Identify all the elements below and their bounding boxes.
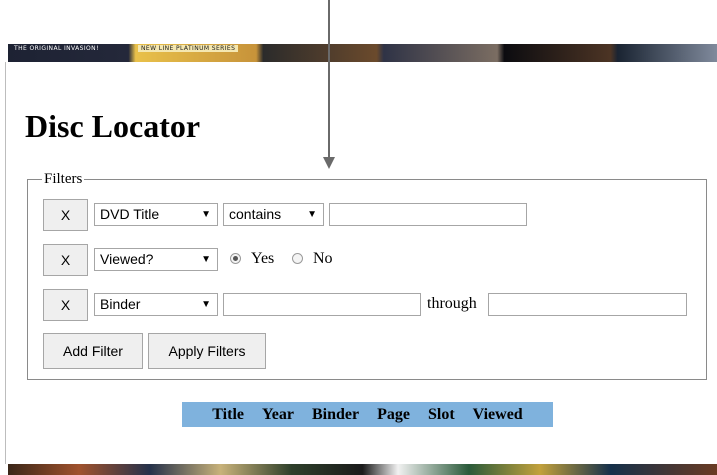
- page-title: Disc Locator: [25, 108, 201, 144]
- filter-field-select[interactable]: Binder ▼: [94, 293, 218, 316]
- header-banner: THE ORIGINAL INVASION! NEW LINE PLATINUM…: [8, 44, 717, 62]
- title-search-input[interactable]: [329, 203, 527, 226]
- column-header-viewed[interactable]: Viewed: [473, 406, 523, 424]
- filter-field-value: DVD Title: [100, 206, 160, 222]
- filter-operator-value: contains: [229, 206, 282, 222]
- caret-down-icon: ▼: [201, 299, 211, 310]
- results-table-header: Title Year Binder Page Slot Viewed: [182, 402, 553, 427]
- viewed-yes-radio[interactable]: [230, 253, 241, 264]
- column-header-slot[interactable]: Slot: [428, 406, 455, 424]
- filter-field-select[interactable]: DVD Title ▼: [94, 203, 218, 226]
- page-left-border: [5, 62, 6, 464]
- binder-to-input[interactable]: [488, 293, 687, 316]
- column-header-binder[interactable]: Binder: [312, 406, 359, 424]
- caret-down-icon: ▼: [201, 254, 211, 265]
- apply-filters-button[interactable]: Apply Filters: [148, 333, 266, 369]
- filter-field-value: Viewed?: [100, 251, 154, 267]
- binder-from-input[interactable]: [223, 293, 421, 316]
- filters-legend: Filters: [44, 171, 83, 187]
- column-header-year[interactable]: Year: [262, 406, 294, 424]
- viewed-no-label: No: [313, 250, 333, 267]
- column-header-page[interactable]: Page: [377, 406, 410, 424]
- remove-filter-button[interactable]: X: [43, 199, 88, 231]
- through-label: through: [427, 295, 477, 312]
- arrow-down-icon: [328, 0, 330, 160]
- arrow-head-icon: [323, 157, 335, 169]
- caret-down-icon: ▼: [307, 209, 317, 220]
- add-filter-button[interactable]: Add Filter: [43, 333, 143, 369]
- viewed-yes-label: Yes: [251, 250, 275, 267]
- footer-banner: [8, 464, 717, 475]
- caret-down-icon: ▼: [201, 209, 211, 220]
- filter-operator-select[interactable]: contains ▼: [223, 203, 324, 226]
- column-header-title[interactable]: Title: [212, 406, 244, 424]
- filter-field-select[interactable]: Viewed? ▼: [94, 248, 218, 271]
- banner-text-1: THE ORIGINAL INVASION!: [14, 45, 99, 52]
- remove-filter-button[interactable]: X: [43, 289, 88, 321]
- remove-filter-button[interactable]: X: [43, 244, 88, 276]
- banner-text-2: NEW LINE PLATINUM SERIES: [138, 45, 239, 52]
- viewed-no-radio[interactable]: [292, 253, 303, 264]
- filter-field-value: Binder: [100, 296, 141, 312]
